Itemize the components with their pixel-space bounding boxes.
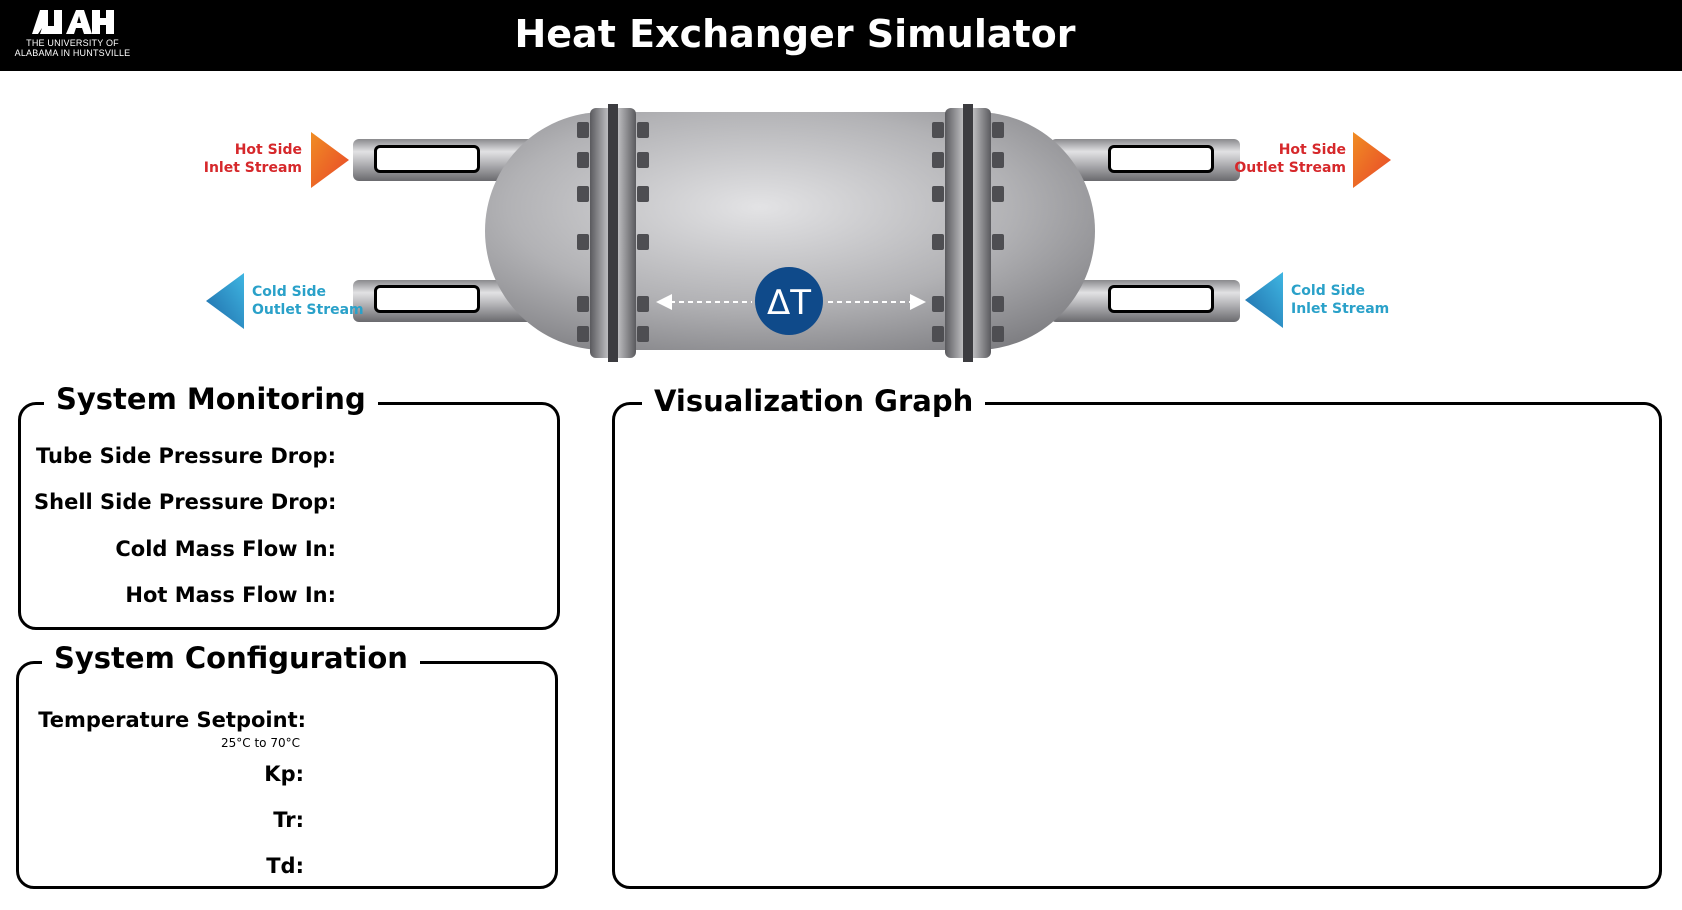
delta-t-label: ΔT (767, 283, 811, 323)
cold-outlet-label-line2: Outlet Stream (252, 302, 364, 318)
cold-inlet-label: Cold Side Inlet Stream (1291, 282, 1421, 318)
shell-pressure-drop-value (350, 488, 500, 516)
kp-input[interactable] (320, 760, 474, 790)
system-configuration-title: System Configuration (42, 640, 420, 676)
cold-mass-flow-label: Cold Mass Flow In: (115, 537, 336, 561)
hot-outlet-label-line2: Outlet Stream (1234, 160, 1346, 176)
system-monitoring-title: System Monitoring (44, 381, 378, 417)
heat-exchanger-diagram: ΔT (206, 104, 1391, 362)
td-input[interactable] (320, 852, 474, 882)
hot-inlet-label-line2: Inlet Stream (203, 160, 302, 176)
visualization-graph-title: Visualization Graph (642, 383, 986, 419)
app-header: THE UNIVERSITY OF ALABAMA IN HUNTSVILLE … (0, 0, 1682, 71)
kp-label: Kp: (264, 762, 304, 786)
tr-input[interactable] (320, 806, 474, 836)
tube-pressure-drop-label: Tube Side Pressure Drop: (36, 444, 336, 468)
hot-inlet-label-line1: Hot Side (234, 142, 302, 158)
cold-inlet-arrow (1245, 272, 1283, 328)
cold-inlet-label-line2: Inlet Stream (1291, 301, 1390, 317)
hot-outlet-arrow (1353, 132, 1391, 188)
temperature-setpoint-label: Temperature Setpoint: (38, 708, 306, 732)
page-title: Heat Exchanger Simulator (514, 12, 1076, 56)
cold-inlet-value (1108, 285, 1214, 313)
hot-inlet-arrow (311, 132, 349, 188)
tr-label: Tr: (273, 808, 304, 832)
tube-pressure-drop-value (350, 442, 500, 470)
visualization-graph-area (630, 440, 1644, 870)
cold-inlet-label-line1: Cold Side (1291, 283, 1365, 299)
hot-mass-flow-label: Hot Mass Flow In: (125, 583, 336, 607)
hot-outlet-value (1108, 145, 1214, 173)
cold-outlet-arrow (206, 273, 244, 329)
cold-outlet-label: Cold Side Outlet Stream (252, 283, 382, 319)
cold-outlet-value (374, 285, 480, 313)
temperature-setpoint-input[interactable] (320, 706, 474, 736)
hot-outlet-label-line1: Hot Side (1278, 142, 1346, 158)
cold-mass-flow-value (350, 535, 500, 563)
temperature-setpoint-hint: 25°C to 70°C (221, 736, 300, 750)
hot-outlet-label: Hot Side Outlet Stream (1226, 141, 1346, 177)
td-label: Td: (266, 854, 304, 878)
shell-pressure-drop-label: Shell Side Pressure Drop: (34, 490, 337, 514)
hot-mass-flow-value (350, 581, 500, 609)
cold-outlet-label-line1: Cold Side (252, 284, 326, 300)
hot-inlet-label: Hot Side Inlet Stream (180, 141, 302, 177)
hot-inlet-value (374, 145, 480, 173)
